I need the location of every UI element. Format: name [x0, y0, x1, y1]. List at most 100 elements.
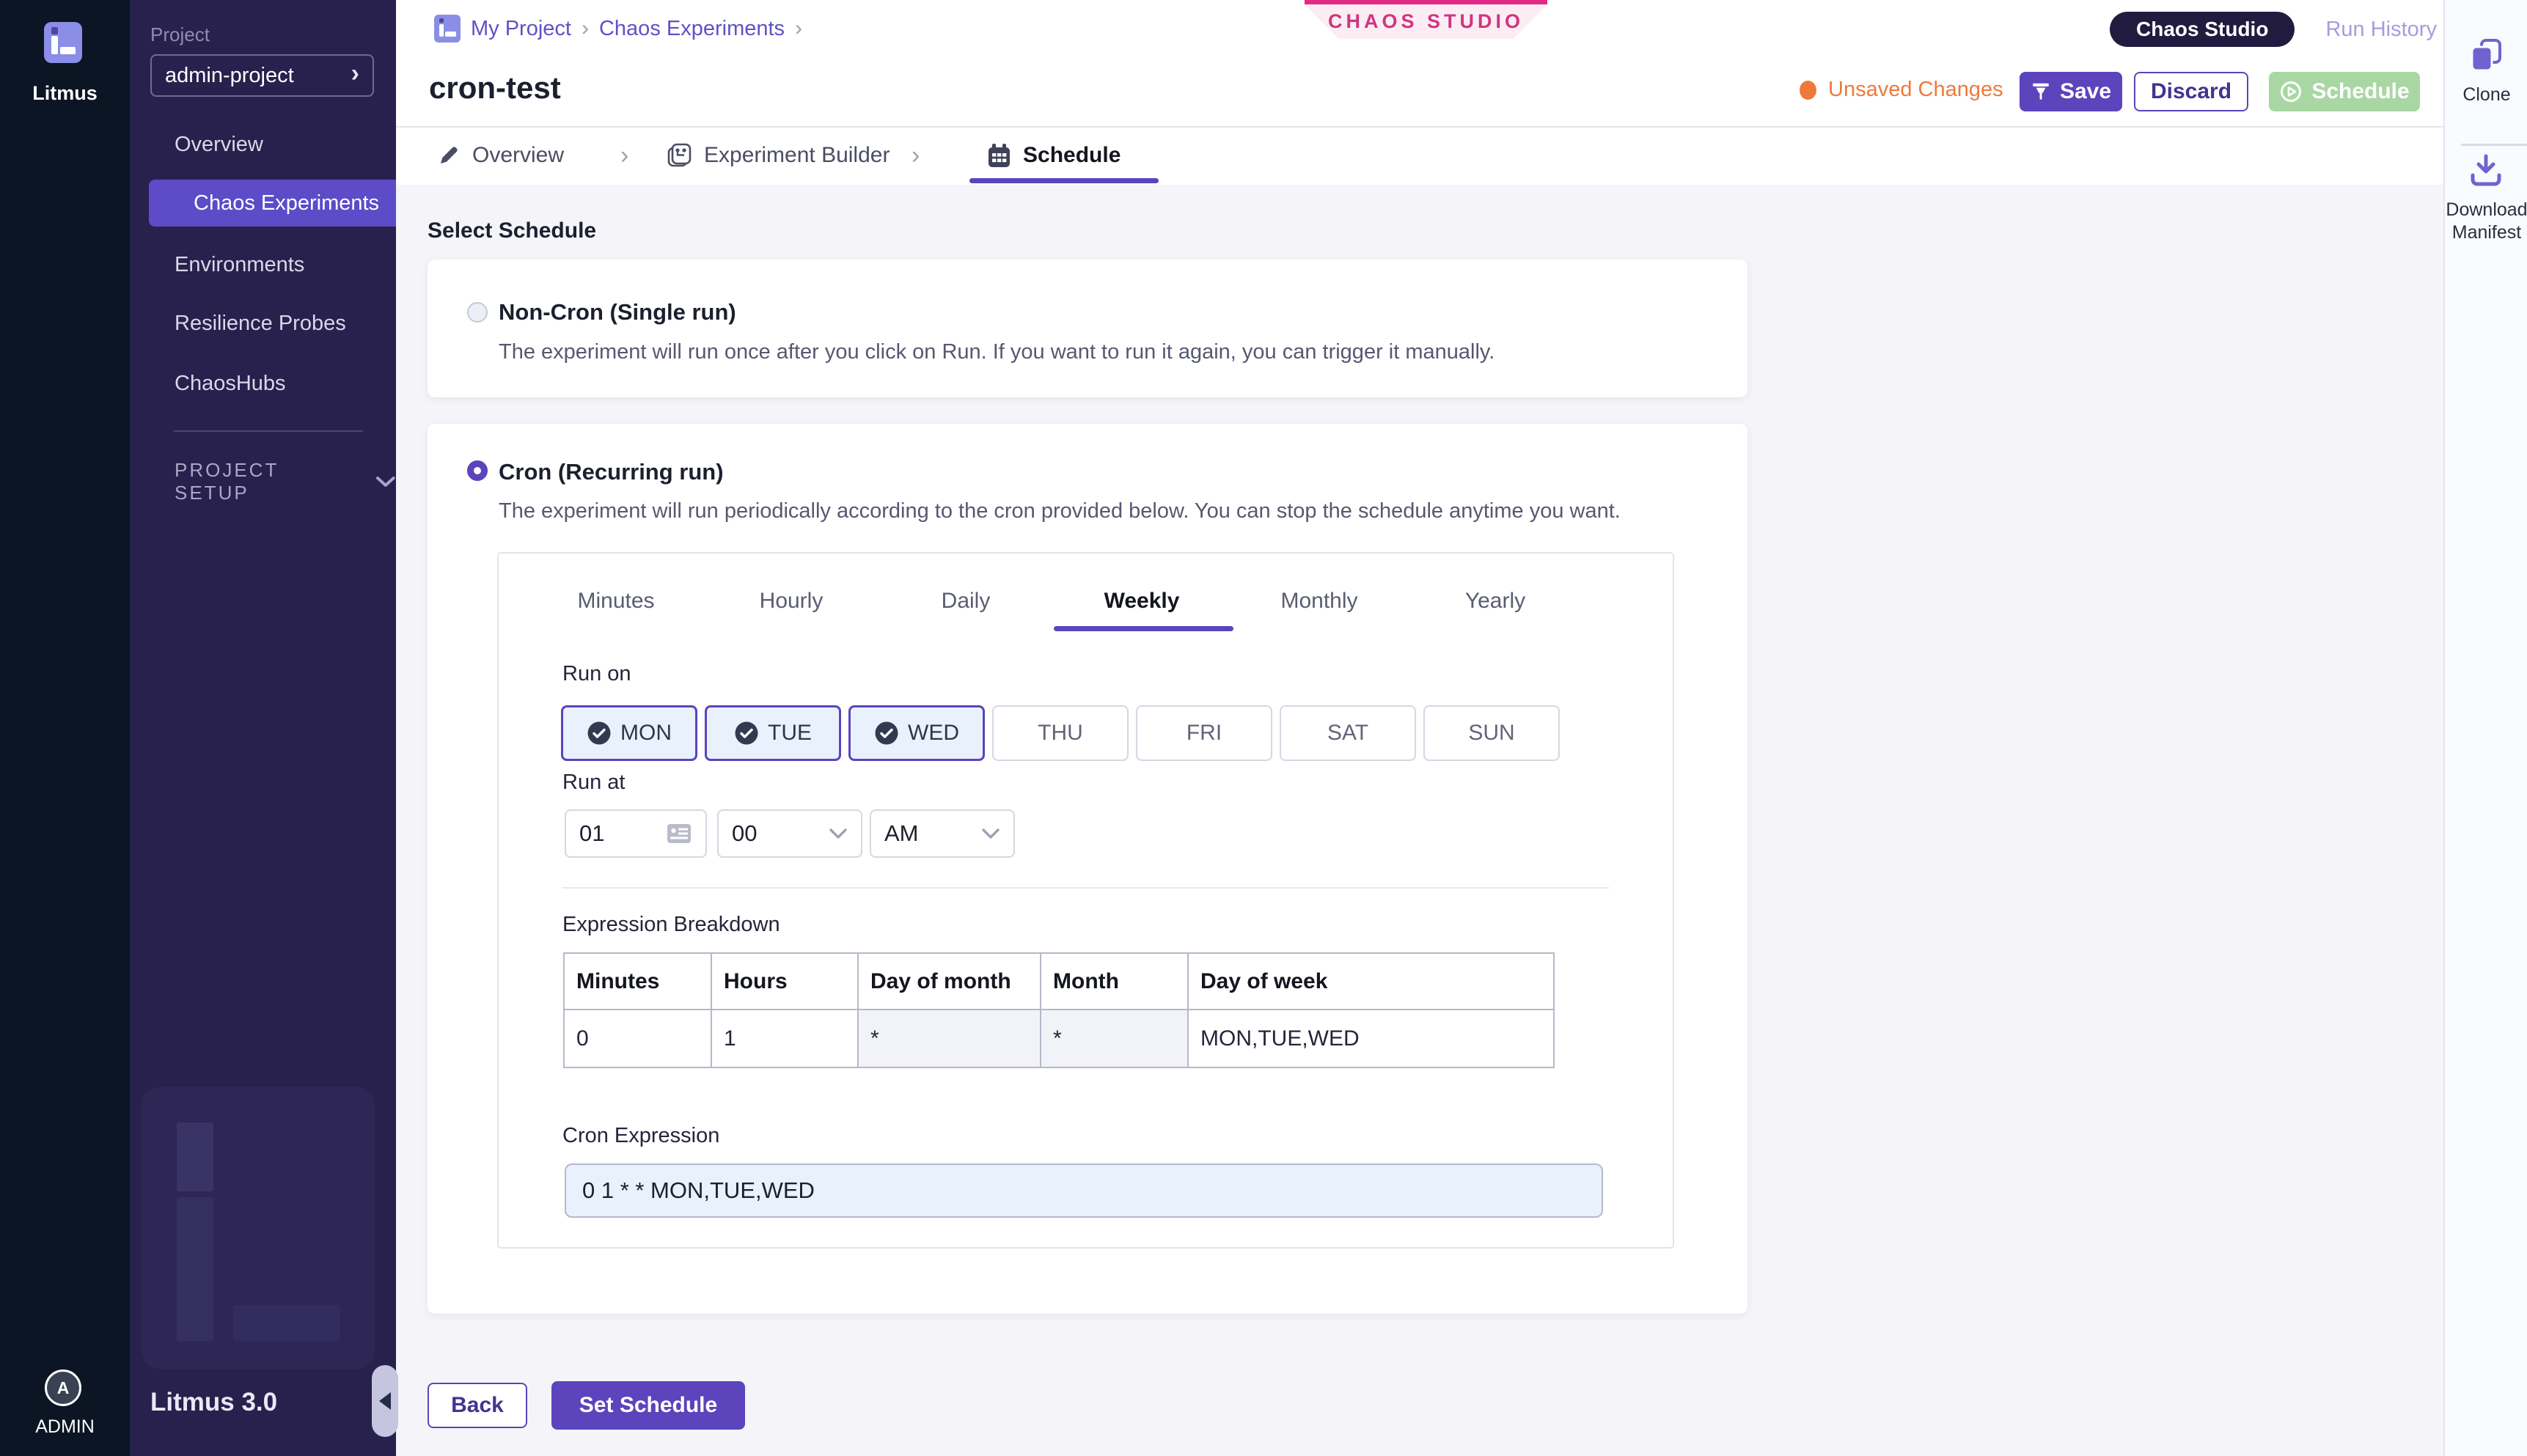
breakdown-month-value: * — [1041, 1010, 1189, 1067]
clone-label[interactable]: Clone — [2445, 84, 2527, 106]
watermark-block — [233, 1305, 340, 1341]
cron-builder-panel: Minutes Hourly Daily Weekly Monthly Year… — [497, 552, 1674, 1249]
collapse-arrow-icon — [379, 1392, 391, 1410]
check-circle-icon — [874, 721, 899, 746]
back-button[interactable]: Back — [428, 1383, 527, 1428]
litmus-logo-icon[interactable] — [44, 22, 82, 63]
tab-overview[interactable]: Overview — [437, 128, 564, 183]
day-label: TUE — [768, 721, 812, 746]
meridiem-select[interactable]: AM — [870, 809, 1015, 858]
day-button-sat[interactable]: SAT — [1280, 705, 1416, 761]
tab-label: Experiment Builder — [704, 143, 890, 168]
breakdown-hours-value: 1 — [712, 1010, 859, 1067]
calendar-icon — [987, 143, 1011, 169]
cron-tab-monthly[interactable]: Monthly — [1280, 589, 1357, 614]
cron-expression-input[interactable]: 0 1 * * MON,TUE,WED — [565, 1163, 1603, 1218]
sidebar-item-label: Environments — [175, 253, 304, 277]
check-circle-icon — [587, 721, 612, 746]
sidebar-item-chaos-experiments[interactable]: Chaos Experiments — [149, 180, 396, 227]
cron-tab-yearly[interactable]: Yearly — [1465, 589, 1525, 614]
set-schedule-label: Set Schedule — [579, 1393, 717, 1418]
play-circle-icon — [2279, 80, 2303, 103]
non-cron-description: The experiment will run once after you c… — [499, 340, 1494, 364]
chevron-down-icon — [981, 828, 1000, 839]
sidebar-collapse-handle[interactable] — [372, 1365, 398, 1437]
sidebar: Project admin-project › Overview Chaos E… — [130, 0, 396, 1456]
cron-description: The experiment will run periodically acc… — [499, 499, 1621, 523]
save-button[interactable]: Save — [2020, 72, 2122, 111]
schedule-button-disabled[interactable]: Schedule — [2269, 72, 2420, 111]
cron-tab-minutes[interactable]: Minutes — [577, 589, 654, 614]
cron-expression-label: Cron Expression — [562, 1124, 719, 1148]
cron-radio[interactable] — [467, 460, 488, 481]
logo-hbar — [60, 47, 76, 54]
day-button-wed[interactable]: WED — [848, 705, 985, 761]
sidebar-item-environments[interactable]: Environments — [130, 242, 396, 287]
sidebar-item-resilience-probes[interactable]: Resilience Probes — [130, 301, 396, 346]
avatar[interactable]: A — [45, 1369, 81, 1406]
tab-experiment-builder[interactable]: Experiment Builder — [666, 128, 890, 183]
time-grid-icon — [666, 823, 692, 845]
expression-breakdown-table: Minutes Hours Day of month Month Day of … — [563, 952, 1555, 1068]
breadcrumb-chaos-experiments[interactable]: Chaos Experiments — [599, 17, 785, 41]
brand-name: Litmus — [0, 82, 130, 105]
active-cron-tab-underline — [1054, 626, 1233, 631]
tab-label: Overview — [472, 143, 564, 168]
breakdown-day-of-month-value: * — [859, 1010, 1041, 1067]
breadcrumb-separator: › — [795, 16, 802, 41]
day-button-fri[interactable]: FRI — [1136, 705, 1272, 761]
select-schedule-heading: Select Schedule — [428, 218, 596, 243]
day-button-thu[interactable]: THU — [992, 705, 1129, 761]
sidebar-item-label: Overview — [175, 133, 263, 157]
download-icon[interactable] — [2468, 153, 2504, 187]
clone-icon[interactable] — [2469, 38, 2503, 73]
project-label: Project — [150, 23, 210, 46]
app-version: Litmus 3.0 — [150, 1388, 277, 1417]
day-label: SAT — [1327, 721, 1368, 746]
cron-tab-daily[interactable]: Daily — [942, 589, 991, 614]
litmus-mini-logo-icon — [434, 15, 461, 43]
project-setup-toggle[interactable]: PROJECT SETUP — [175, 459, 396, 504]
download-manifest-label[interactable]: Download Manifest — [2445, 199, 2527, 244]
rail-divider — [2461, 144, 2527, 146]
breakdown-day-of-week-value: MON,TUE,WED — [1189, 1010, 1553, 1067]
unsaved-changes-status: Unsaved Changes — [1800, 78, 2003, 102]
builder-icon — [666, 142, 692, 169]
project-setup-label: PROJECT SETUP — [175, 459, 358, 504]
sidebar-item-overview[interactable]: Overview — [130, 122, 396, 167]
hour-input[interactable]: 01 — [565, 809, 707, 858]
page-header: My Project › Chaos Experiments › cron-te… — [396, 0, 2443, 185]
unsaved-dot-icon — [1800, 81, 1816, 100]
litmus-watermark — [142, 1087, 375, 1369]
run-at-label: Run at — [562, 771, 625, 795]
sidebar-item-label: Resilience Probes — [175, 312, 346, 336]
tab-label: Schedule — [1023, 143, 1121, 168]
non-cron-radio[interactable] — [467, 302, 488, 323]
day-button-sun[interactable]: SUN — [1423, 705, 1560, 761]
badge-label: CHAOS STUDIO — [1328, 10, 1524, 33]
day-button-mon[interactable]: MON — [561, 705, 697, 761]
discard-button[interactable]: Discard — [2134, 72, 2248, 111]
tab-separator: › — [912, 128, 920, 183]
tab-schedule[interactable]: Schedule — [987, 128, 1121, 183]
set-schedule-button[interactable]: Set Schedule — [551, 1381, 745, 1430]
active-tab-underline — [969, 178, 1159, 183]
tab-run-history[interactable]: Run History — [2325, 18, 2437, 42]
meridiem-value: AM — [884, 820, 919, 847]
day-button-tue[interactable]: TUE — [705, 705, 841, 761]
sidebar-item-chaoshubs[interactable]: ChaosHubs — [130, 361, 396, 406]
right-action-rail: Clone Download Manifest — [2443, 0, 2527, 1456]
cron-tab-hourly[interactable]: Hourly — [760, 589, 824, 614]
cron-tab-weekly[interactable]: Weekly — [1104, 589, 1180, 614]
project-selector[interactable]: admin-project › — [150, 54, 374, 97]
chaos-studio-badge: CHAOS STUDIO — [1305, 0, 1547, 39]
tab-chaos-studio[interactable]: Chaos Studio — [2110, 12, 2295, 47]
minute-select[interactable]: 00 — [717, 809, 862, 858]
breakdown-minutes-value: 0 — [565, 1010, 712, 1067]
logo-vbar — [51, 36, 58, 54]
minute-value: 00 — [732, 820, 757, 847]
breadcrumb-my-project[interactable]: My Project — [471, 17, 571, 41]
left-rail: Litmus A ADMIN — [0, 0, 130, 1456]
unsaved-label: Unsaved Changes — [1828, 78, 2003, 102]
breadcrumb-separator: › — [582, 16, 589, 41]
